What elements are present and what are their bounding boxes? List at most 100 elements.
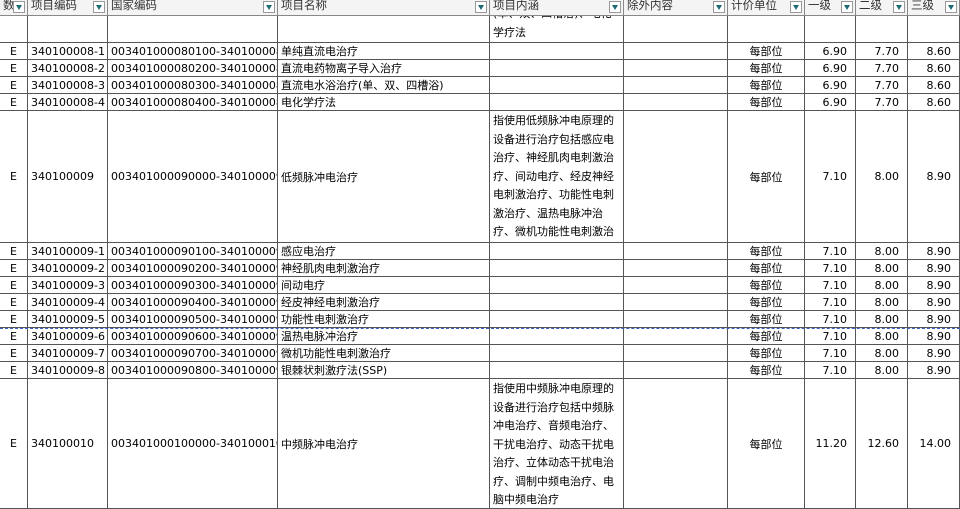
cell-type[interactable]: E bbox=[0, 294, 28, 311]
cell-national-code[interactable]: 003401000100000-340100010 bbox=[108, 379, 278, 509]
filter-dropdown-icon[interactable] bbox=[609, 1, 621, 13]
cell-unit[interactable]: 每部位 bbox=[728, 345, 805, 362]
cell-content[interactable]: 指使用中频脉冲电原理的设备进行治疗包括中频脉冲电治疗、音频电治疗、干扰电治疗、动… bbox=[490, 379, 624, 509]
cell-excluded[interactable] bbox=[624, 294, 728, 311]
cell-name[interactable]: 功能性电刺激治疗 bbox=[278, 311, 490, 328]
cell-price-3[interactable]: 8.60 bbox=[908, 77, 960, 94]
cell-code[interactable]: 340100009-5 bbox=[28, 311, 108, 328]
cell-price-3[interactable]: 8.60 bbox=[908, 94, 960, 111]
cell-name[interactable]: 直流电水浴治疗(单、双、四槽浴) bbox=[278, 77, 490, 94]
cell-content[interactable] bbox=[490, 362, 624, 379]
cell-code[interactable]: 340100009-6 bbox=[28, 328, 108, 345]
cell-excluded[interactable] bbox=[624, 60, 728, 77]
cell-code[interactable] bbox=[28, 16, 108, 43]
column-header-item-name[interactable]: 项目名称 bbox=[278, 0, 490, 16]
cell-unit[interactable]: 每部位 bbox=[728, 328, 805, 345]
cell-type[interactable]: E bbox=[0, 260, 28, 277]
cell-unit[interactable]: 每部位 bbox=[728, 43, 805, 60]
cell-unit[interactable]: 每部位 bbox=[728, 362, 805, 379]
cell-content[interactable] bbox=[490, 94, 624, 111]
cell-excluded[interactable] bbox=[624, 16, 728, 43]
cell-type[interactable]: E bbox=[0, 328, 28, 345]
cell-content[interactable] bbox=[490, 311, 624, 328]
cell-price-2[interactable]: 7.70 bbox=[856, 60, 908, 77]
cell-excluded[interactable] bbox=[624, 43, 728, 60]
cell-code[interactable]: 340100008-4 bbox=[28, 94, 108, 111]
cell-name[interactable]: 低频脉冲电治疗 bbox=[278, 111, 490, 243]
column-header-level-3[interactable]: 三级 bbox=[908, 0, 960, 16]
cell-name[interactable]: 电化学疗法 bbox=[278, 94, 490, 111]
cell-type[interactable]: E bbox=[0, 60, 28, 77]
column-header-type[interactable]: 数 bbox=[0, 0, 28, 16]
cell-excluded[interactable] bbox=[624, 345, 728, 362]
cell-price-2[interactable]: 8.00 bbox=[856, 362, 908, 379]
cell-price-1[interactable]: 7.10 bbox=[805, 277, 856, 294]
cell-name[interactable]: 中频脉冲电治疗 bbox=[278, 379, 490, 509]
cell-price-3[interactable]: 8.90 bbox=[908, 260, 960, 277]
filter-dropdown-icon[interactable] bbox=[475, 1, 487, 13]
cell-unit[interactable]: 每部位 bbox=[728, 77, 805, 94]
filter-dropdown-icon[interactable] bbox=[790, 1, 802, 13]
cell-national-code[interactable]: 003401000090600-340100009-6 bbox=[108, 328, 278, 345]
cell-name[interactable]: 神经肌肉电刺激治疗 bbox=[278, 260, 490, 277]
cell-price-1[interactable]: 7.10 bbox=[805, 311, 856, 328]
cell-price-1[interactable]: 7.10 bbox=[805, 111, 856, 243]
cell-content[interactable] bbox=[490, 60, 624, 77]
cell-price-1[interactable]: 6.90 bbox=[805, 94, 856, 111]
cell-price-1[interactable]: 7.10 bbox=[805, 328, 856, 345]
cell-national-code[interactable]: 003401000090400-340100009-4 bbox=[108, 294, 278, 311]
cell-name[interactable]: 直流电药物离子导入治疗 bbox=[278, 60, 490, 77]
cell-unit[interactable]: 每部位 bbox=[728, 60, 805, 77]
cell-price-3[interactable] bbox=[908, 16, 960, 43]
cell-national-code[interactable]: 003401000090100-340100009-1 bbox=[108, 243, 278, 260]
cell-content[interactable] bbox=[490, 294, 624, 311]
cell-national-code[interactable] bbox=[108, 16, 278, 43]
cell-price-2[interactable]: 8.00 bbox=[856, 294, 908, 311]
column-header-level-1[interactable]: 一级 bbox=[805, 0, 856, 16]
cell-unit[interactable]: 每部位 bbox=[728, 243, 805, 260]
cell-unit[interactable]: 每部位 bbox=[728, 277, 805, 294]
cell-code[interactable]: 340100008-3 bbox=[28, 77, 108, 94]
cell-type[interactable]: E bbox=[0, 277, 28, 294]
column-header-item-content[interactable]: 项目内涵 bbox=[490, 0, 624, 16]
cell-national-code[interactable]: 003401000090200-340100009-2 bbox=[108, 260, 278, 277]
cell-price-1[interactable] bbox=[805, 16, 856, 43]
cell-price-1[interactable]: 7.10 bbox=[805, 294, 856, 311]
cell-price-1[interactable]: 6.90 bbox=[805, 43, 856, 60]
cell-type[interactable] bbox=[0, 16, 28, 43]
cell-code[interactable]: 340100008-2 bbox=[28, 60, 108, 77]
column-header-level-2[interactable]: 二级 bbox=[856, 0, 908, 16]
cell-content[interactable]: (单、双、四槽浴)、电化学疗法 bbox=[490, 16, 624, 43]
cell-unit[interactable]: 每部位 bbox=[728, 311, 805, 328]
cell-content[interactable] bbox=[490, 43, 624, 60]
cell-price-1[interactable]: 6.90 bbox=[805, 77, 856, 94]
cell-name[interactable]: 经皮神经电刺激治疗 bbox=[278, 294, 490, 311]
cell-code[interactable]: 340100009-8 bbox=[28, 362, 108, 379]
cell-unit[interactable]: 每部位 bbox=[728, 379, 805, 509]
cell-excluded[interactable] bbox=[624, 379, 728, 509]
cell-content[interactable] bbox=[490, 260, 624, 277]
cell-type[interactable]: E bbox=[0, 77, 28, 94]
cell-price-2[interactable]: 8.00 bbox=[856, 260, 908, 277]
cell-price-2[interactable]: 7.70 bbox=[856, 43, 908, 60]
cell-name[interactable]: 感应电治疗 bbox=[278, 243, 490, 260]
cell-excluded[interactable] bbox=[624, 311, 728, 328]
cell-national-code[interactable]: 003401000090300-340100009-3 bbox=[108, 277, 278, 294]
cell-type[interactable]: E bbox=[0, 43, 28, 60]
column-header-pricing-unit[interactable]: 计价单位 bbox=[728, 0, 805, 16]
cell-price-2[interactable]: 8.00 bbox=[856, 328, 908, 345]
cell-price-1[interactable]: 7.10 bbox=[805, 243, 856, 260]
cell-price-3[interactable]: 8.90 bbox=[908, 294, 960, 311]
cell-unit[interactable]: 每部位 bbox=[728, 294, 805, 311]
cell-national-code[interactable]: 003401000080100-340100008-1 bbox=[108, 43, 278, 60]
cell-type[interactable]: E bbox=[0, 311, 28, 328]
cell-price-3[interactable]: 8.90 bbox=[908, 345, 960, 362]
cell-name[interactable]: 间动电疗 bbox=[278, 277, 490, 294]
cell-content[interactable] bbox=[490, 243, 624, 260]
cell-excluded[interactable] bbox=[624, 260, 728, 277]
cell-price-3[interactable]: 8.90 bbox=[908, 362, 960, 379]
cell-unit[interactable] bbox=[728, 16, 805, 43]
cell-price-2[interactable]: 7.70 bbox=[856, 77, 908, 94]
cell-type[interactable]: E bbox=[0, 345, 28, 362]
cell-price-2[interactable]: 8.00 bbox=[856, 311, 908, 328]
